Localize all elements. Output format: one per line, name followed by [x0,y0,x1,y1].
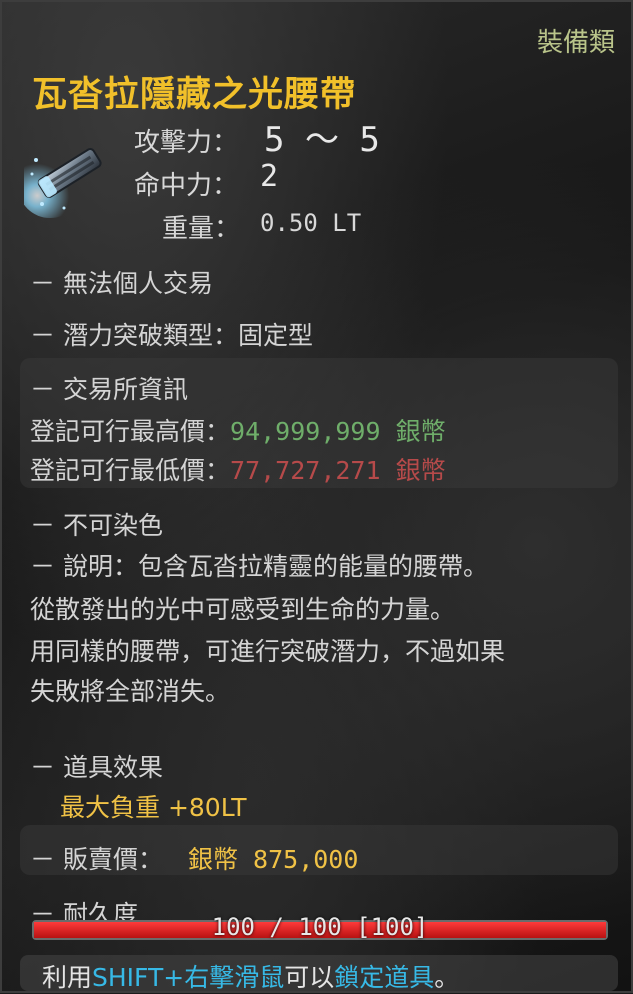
no-dye-text: － 不可染色 [30,511,163,540]
description-line-2: 從散發出的光中可感受到生命的力量。 [30,595,456,624]
accuracy-value: 2 [260,159,279,194]
market-min-row: 登記可行最低價：77,727,271 銀幣 [30,451,446,487]
description-line-4: 失敗將全部消失。 [30,677,231,706]
durability-text: 100 / 100 [100] [211,913,429,941]
market-min-value: 77,727,271 銀幣 [230,456,446,485]
belt-icon [18,130,112,218]
enhance-type-text: － 潛力突破類型：固定型 [30,321,313,350]
description-line-1: － 說明：包含瓦沓拉精靈的能量的腰帶。 [30,552,488,581]
market-min-label: 登記可行最低價： [30,456,231,485]
weight-label: 重量： [162,214,241,244]
sell-price-label: － 販賣價： [30,845,163,874]
hint-suffix: 。 [434,963,460,992]
durability-bar: 100 / 100 [100] [32,913,608,941]
market-max-label: 登記可行最高價： [30,417,231,446]
sell-price-value: 銀幣 875,000 [188,845,359,874]
market-info-title: － 交易所資訊 [30,375,188,404]
hint-action: 鎖定道具 [334,963,435,992]
hint-middle: 可以 [284,963,335,992]
hint-prefix: 利用 [42,963,93,992]
item-effect-value: 最大負重 +80LT [60,793,247,822]
item-tooltip: 裝備類 瓦沓拉隱藏之光腰帶 攻擊力： 5 ～ 5 命中力： 2 重量： 0.50… [0,0,633,993]
attack-label: 攻擊力： [134,128,239,158]
accuracy-label: 命中力： [134,171,239,201]
item-name: 瓦沓拉隱藏之光腰帶 [32,75,357,115]
hint-key: SHIFT+右擊滑鼠 [92,963,285,992]
lock-hint: 利用SHIFT+右擊滑鼠可以鎖定道具。 [42,958,459,994]
no-trade-text: － 無法個人交易 [30,269,213,298]
market-max-row: 登記可行最高價：94,999,999 銀幣 [30,412,446,448]
item-effect-title: － 道具效果 [30,753,163,782]
market-max-value: 94,999,999 銀幣 [230,417,446,446]
weight-value: 0.50 LT [260,209,362,237]
attack-value: 5 ～ 5 [264,120,380,160]
item-category: 裝備類 [536,28,615,58]
description-line-3: 用同樣的腰帶，可進行突破潛力，不過如果 [30,637,506,666]
